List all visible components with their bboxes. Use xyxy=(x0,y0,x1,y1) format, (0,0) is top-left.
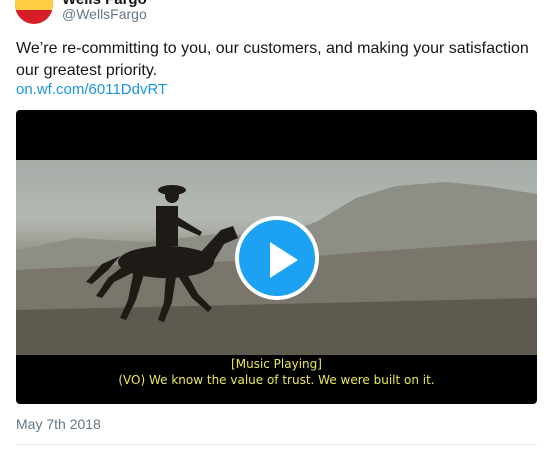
author-handle[interactable]: @WellsFargo xyxy=(62,6,147,22)
tweet-timestamp[interactable]: May 7th 2018 xyxy=(16,416,101,432)
tweet-text: We’re re-committing to you, our customer… xyxy=(16,40,529,79)
caption-line: (VO) We know the value of trust. We were… xyxy=(118,373,435,387)
play-button[interactable] xyxy=(235,216,319,300)
divider xyxy=(16,444,537,445)
video-player[interactable]: [Music Playing] (VO) We know the value o… xyxy=(16,110,537,404)
video-captions: [Music Playing] (VO) We know the value o… xyxy=(16,356,537,388)
tweet-link[interactable]: on.wf.com/6011DdvRT xyxy=(16,81,167,98)
avatar-stripe xyxy=(15,0,53,10)
caption-line: [Music Playing] xyxy=(231,357,322,371)
play-icon xyxy=(270,242,298,278)
avatar[interactable] xyxy=(15,0,53,24)
